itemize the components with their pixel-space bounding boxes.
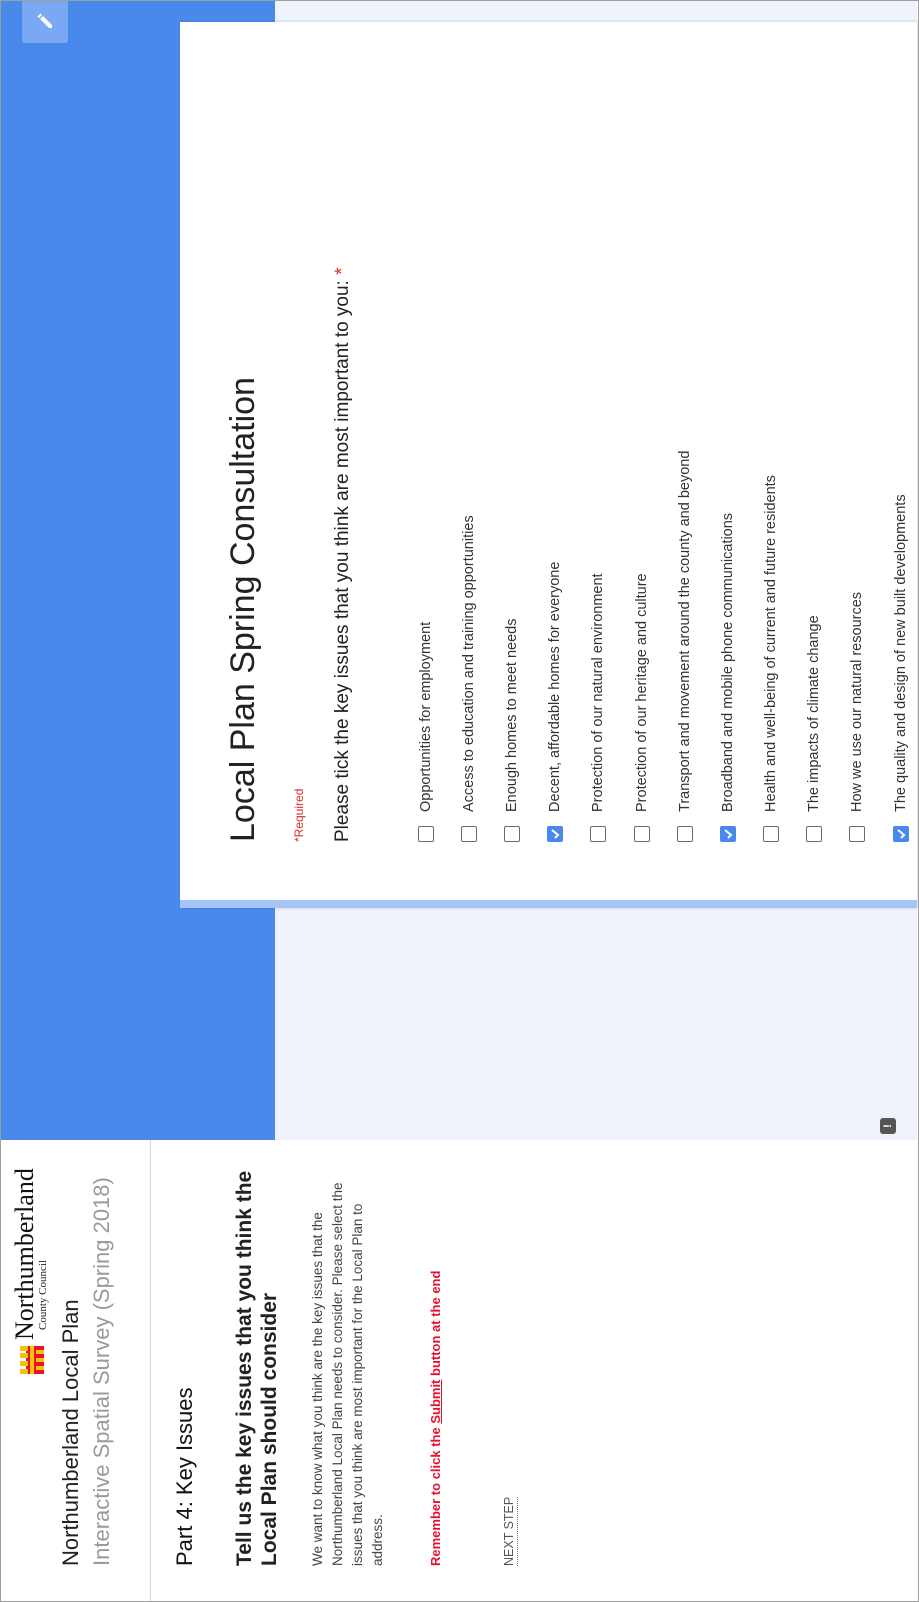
checkbox-checked[interactable] bbox=[719, 826, 736, 842]
part-title: Part 4: Key Issues bbox=[172, 1387, 197, 1566]
checkbox[interactable] bbox=[590, 826, 607, 842]
submit-reminder-link: Submit bbox=[428, 1379, 443, 1424]
option-row[interactable]: How we use our natural resources bbox=[836, 42, 879, 842]
checkbox[interactable] bbox=[849, 826, 866, 842]
form-title: Local Plan Spring Consultation bbox=[224, 377, 262, 842]
checkbox-checked[interactable] bbox=[547, 826, 564, 842]
option-label: The quality and design of new built deve… bbox=[892, 494, 909, 812]
submit-reminder-prefix: Remember to click the bbox=[428, 1423, 443, 1566]
option-label: Access to education and training opportu… bbox=[460, 515, 477, 812]
option-row[interactable]: The impacts of climate change bbox=[793, 42, 836, 842]
option-row[interactable]: Opportunities for employment bbox=[404, 42, 447, 842]
required-star: * bbox=[332, 267, 353, 275]
castle-crest-icon bbox=[19, 1346, 44, 1374]
option-label: Opportunities for employment bbox=[417, 621, 434, 812]
option-label: Enough homes to meet needs bbox=[503, 618, 520, 812]
checkbox[interactable] bbox=[503, 826, 520, 842]
checkbox-checked[interactable] bbox=[892, 826, 909, 842]
pencil-icon bbox=[37, 13, 52, 28]
option-label: Protection of our heritage and culture bbox=[633, 573, 650, 812]
checkmark-icon bbox=[724, 829, 733, 839]
option-row[interactable]: Protection of our heritage and culture bbox=[620, 42, 663, 842]
option-label: How we use our natural resources bbox=[849, 591, 866, 812]
option-label: Health and well-being of current and fut… bbox=[763, 475, 780, 812]
option-label: Broadband and mobile phone communication… bbox=[719, 512, 736, 812]
checkbox[interactable] bbox=[676, 826, 693, 842]
logo-subtitle: County Council bbox=[37, 1260, 49, 1330]
options-list: Opportunities for employment Access to ed… bbox=[404, 42, 919, 842]
logo-name: Northumberland bbox=[10, 1168, 39, 1340]
help-badge[interactable]: ! bbox=[880, 1118, 896, 1134]
option-label: Protection of our natural environment bbox=[590, 573, 607, 812]
checkbox[interactable] bbox=[417, 826, 434, 842]
question-label: Please tick the key issues that you thin… bbox=[332, 280, 353, 842]
form-area: ! Local Plan Spring Consultation *Requir… bbox=[0, 0, 917, 1140]
checkbox[interactable] bbox=[763, 826, 780, 842]
side-header: Northumberland County Council Northumber… bbox=[0, 1140, 151, 1602]
option-row[interactable]: Health and well-being of current and fut… bbox=[750, 42, 793, 842]
question-text: Please tick the key issues that you thin… bbox=[330, 102, 356, 842]
checkmark-icon bbox=[897, 829, 906, 839]
option-row[interactable]: Access to education and training opportu… bbox=[447, 42, 490, 842]
option-label: The impacts of climate change bbox=[806, 615, 823, 812]
checkbox[interactable] bbox=[633, 826, 650, 842]
intro-text: We want to know what you think are the k… bbox=[310, 1182, 385, 1566]
submit-reminder: Remember to click the Submit button at t… bbox=[428, 1271, 443, 1566]
council-logo: Northumberland County Council bbox=[10, 1168, 49, 1374]
checkbox[interactable] bbox=[460, 826, 477, 842]
required-note: *Required bbox=[292, 788, 306, 842]
option-label: Decent, affordable homes for everyone bbox=[547, 561, 564, 812]
option-row[interactable]: Broadband and mobile phone communication… bbox=[706, 42, 749, 842]
edit-button[interactable] bbox=[22, 0, 68, 43]
option-label: Transport and movement around the county… bbox=[676, 450, 693, 812]
intro-heading: Tell us the key issues that you think th… bbox=[233, 1170, 281, 1566]
option-row[interactable]: Transport and movement around the county… bbox=[663, 42, 706, 842]
option-row[interactable]: Decent, affordable homes for everyone bbox=[534, 42, 577, 842]
rotated-viewport: Northumberland County Council Northumber… bbox=[0, 0, 919, 1602]
next-step-link[interactable]: NEXT STEP bbox=[502, 1496, 518, 1566]
app-title: Northumberland Local Plan bbox=[58, 1299, 83, 1566]
app-subtitle: Interactive Spatial Survey (Spring 2018) bbox=[89, 1177, 114, 1566]
submit-reminder-suffix: button at the end bbox=[428, 1270, 443, 1380]
checkmark-icon bbox=[551, 829, 560, 839]
option-row[interactable]: Protection of our natural environment bbox=[577, 42, 620, 842]
form-card: Local Plan Spring Consultation *Required… bbox=[180, 22, 917, 908]
option-row[interactable]: Enough homes to meet needs bbox=[490, 42, 533, 842]
checkbox[interactable] bbox=[806, 826, 823, 842]
side-panel: Northumberland County Council Northumber… bbox=[0, 1139, 917, 1602]
option-row[interactable]: The quality and design of new built deve… bbox=[879, 42, 919, 842]
